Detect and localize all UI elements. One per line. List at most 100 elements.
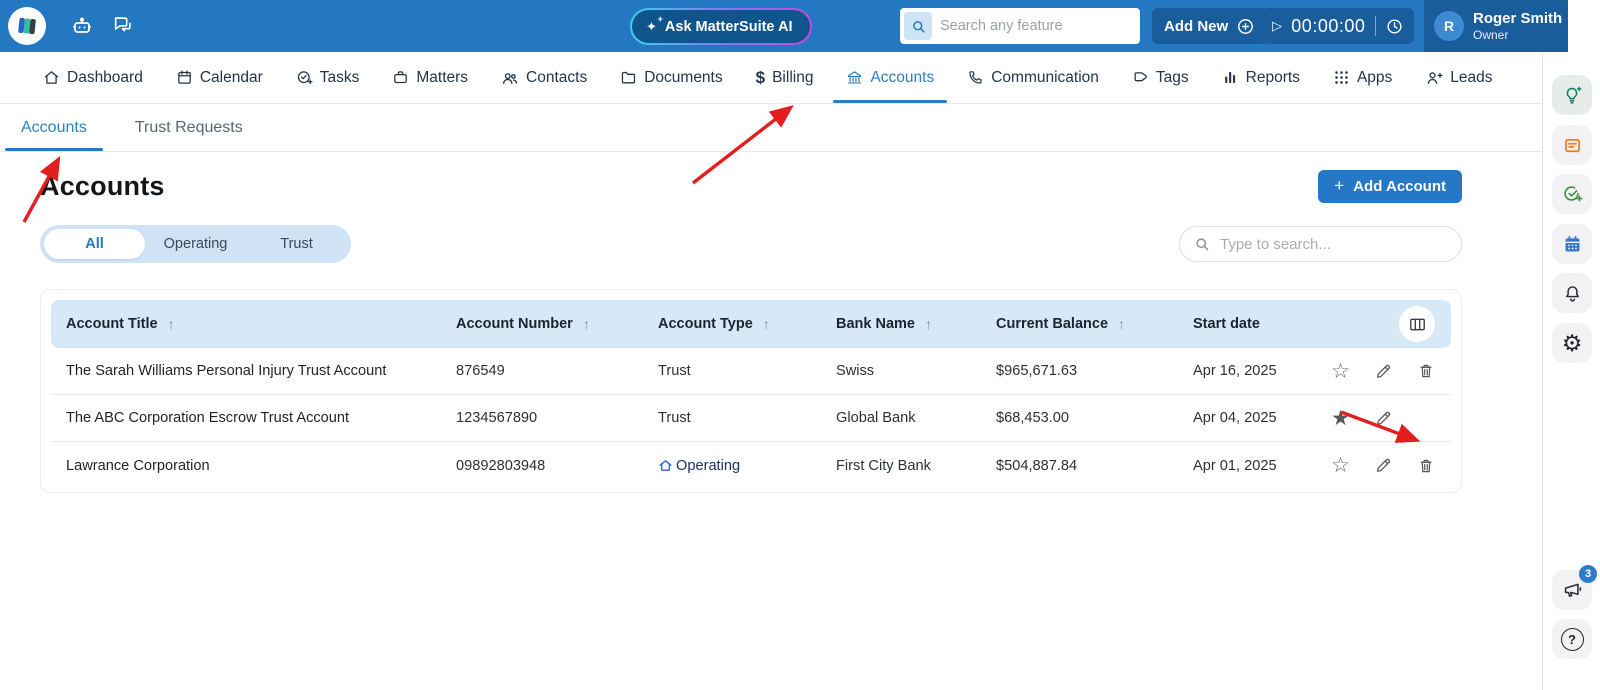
favorite-filled-icon[interactable]: ★ [1331, 408, 1350, 429]
phone-icon [967, 69, 984, 86]
add-task-button[interactable] [1552, 174, 1592, 214]
home-icon [658, 458, 673, 473]
favorite-icon[interactable]: ☆ [1331, 455, 1350, 476]
add-account-button[interactable]: + Add Account [1318, 170, 1462, 203]
home-icon [43, 69, 60, 86]
mattersuite-logo[interactable] [8, 7, 46, 45]
nav-label: Billing [772, 69, 813, 87]
subtab-accounts[interactable]: Accounts [5, 105, 103, 151]
global-search [900, 8, 1140, 44]
sort-icon[interactable]: ↑ [1118, 316, 1125, 332]
clock-icon [1385, 17, 1404, 36]
filter-trust[interactable]: Trust [246, 229, 347, 259]
announcements-button[interactable]: 3 [1552, 570, 1592, 610]
play-icon: ▷ [1272, 18, 1282, 34]
chat-button[interactable] [112, 14, 134, 36]
calendar-button[interactable] [1552, 224, 1592, 264]
bank-name-cell: Swiss [821, 363, 981, 379]
accounts-table: Account Title ↑ Account Number ↑ Account… [40, 289, 1462, 493]
table-row: Lawrance Corporation 09892803948 Operati… [51, 442, 1451, 489]
nav-item-leads[interactable]: Leads [1425, 52, 1492, 103]
edit-icon[interactable] [1374, 409, 1393, 428]
bank-name-cell: Global Bank [821, 410, 981, 426]
nav-item-documents[interactable]: Documents [620, 52, 722, 103]
table-search [1179, 226, 1462, 262]
nav-label: Contacts [526, 69, 587, 87]
account-type-cell: Trust [643, 410, 821, 426]
table-header-row: Account Title ↑ Account Number ↑ Account… [51, 300, 1451, 348]
account-number-cell: 1234567890 [441, 410, 643, 426]
assistant-bot-button[interactable] [70, 14, 94, 38]
sort-icon[interactable]: ↑ [925, 316, 932, 332]
account-number-cell: 876549 [441, 363, 643, 379]
sort-icon[interactable]: ↑ [168, 316, 175, 332]
account-title-cell: The ABC Corporation Escrow Trust Account [51, 410, 441, 426]
nav-label: Tags [1156, 69, 1189, 87]
delete-icon[interactable] [1417, 362, 1435, 380]
nav-item-matters[interactable]: Matters [392, 52, 468, 103]
timer-value: 00:00:00 [1291, 16, 1365, 37]
time-tracker[interactable]: ▷ 00:00:00 [1262, 8, 1414, 44]
user-menu[interactable]: R Roger Smith Owner [1424, 0, 1568, 52]
logo-mark-icon [14, 13, 40, 39]
top-app-bar: ✦+ Ask MatterSuite AI Add New ▷ 00:00:00… [0, 0, 1568, 52]
nav-item-tasks[interactable]: Tasks [296, 52, 360, 103]
calendar-icon [1562, 234, 1583, 255]
col-start-date: Start date [1178, 316, 1296, 332]
nav-item-communication[interactable]: Communication [967, 52, 1099, 103]
nav-item-contacts[interactable]: Contacts [501, 52, 587, 103]
global-search-input[interactable] [940, 18, 1140, 34]
account-type-cell: Trust [643, 363, 821, 379]
user-name: Roger Smith [1473, 10, 1562, 27]
subtab-trust-requests[interactable]: Trust Requests [119, 105, 259, 151]
person-plus-icon [1425, 69, 1443, 87]
col-current-balance: Current Balance ↑ [981, 316, 1178, 332]
sort-icon[interactable]: ↑ [763, 316, 770, 332]
accounts-subtabs: Accounts Trust Requests [0, 105, 1542, 152]
favorite-icon[interactable]: ☆ [1331, 361, 1350, 382]
edit-icon[interactable] [1374, 362, 1393, 381]
nav-item-tags[interactable]: Tags [1132, 52, 1189, 103]
account-number-cell: 09892803948 [441, 458, 643, 474]
settings-button[interactable]: ⚙ [1552, 323, 1592, 363]
calendar-icon [176, 69, 193, 86]
megaphone-icon [1561, 579, 1583, 601]
nav-label: Accounts [870, 69, 934, 87]
start-date-cell: Apr 16, 2025 [1178, 363, 1296, 379]
subtab-label: Trust Requests [135, 119, 243, 137]
add-new-button[interactable]: Add New [1152, 8, 1267, 44]
ask-ai-button-wrap: ✦+ Ask MatterSuite AI [630, 8, 812, 45]
check-plus-icon [1561, 183, 1583, 205]
notes-button[interactable] [1552, 125, 1592, 165]
people-icon [501, 69, 519, 87]
note-icon [1562, 135, 1583, 156]
nav-label: Tasks [320, 69, 360, 87]
manage-columns-button[interactable] [1399, 306, 1435, 342]
search-icon-box [904, 12, 932, 40]
nav-label: Leads [1450, 69, 1492, 87]
nav-item-calendar[interactable]: Calendar [176, 52, 263, 103]
nav-item-reports[interactable]: Reports [1222, 52, 1300, 103]
nav-item-billing[interactable]: $ Billing [756, 52, 814, 103]
edit-icon[interactable] [1374, 456, 1393, 475]
balance-cell: $965,671.63 [981, 363, 1178, 379]
delete-icon[interactable] [1417, 457, 1435, 475]
add-new-label: Add New [1164, 18, 1228, 35]
chat-forum-icon [112, 14, 134, 36]
ideas-button[interactable] [1552, 75, 1592, 115]
balance-cell: $68,453.00 [981, 410, 1178, 426]
plus-icon: + [1334, 176, 1344, 196]
table-search-input[interactable] [1179, 226, 1462, 262]
help-button[interactable]: ? [1552, 619, 1592, 659]
nav-item-apps[interactable]: Apps [1333, 52, 1392, 103]
timer-divider [1375, 16, 1376, 36]
col-account-type: Account Type ↑ [643, 316, 821, 332]
nav-item-accounts[interactable]: Accounts [846, 52, 934, 103]
ask-mattersuite-ai-button[interactable]: ✦+ Ask MatterSuite AI [632, 10, 810, 43]
sort-icon[interactable]: ↑ [583, 316, 590, 332]
notifications-button[interactable] [1552, 273, 1592, 313]
filter-all[interactable]: All [44, 229, 145, 259]
filter-operating[interactable]: Operating [145, 229, 246, 259]
nav-item-dashboard[interactable]: Dashboard [43, 52, 143, 103]
col-bank-name: Bank Name ↑ [821, 316, 981, 332]
